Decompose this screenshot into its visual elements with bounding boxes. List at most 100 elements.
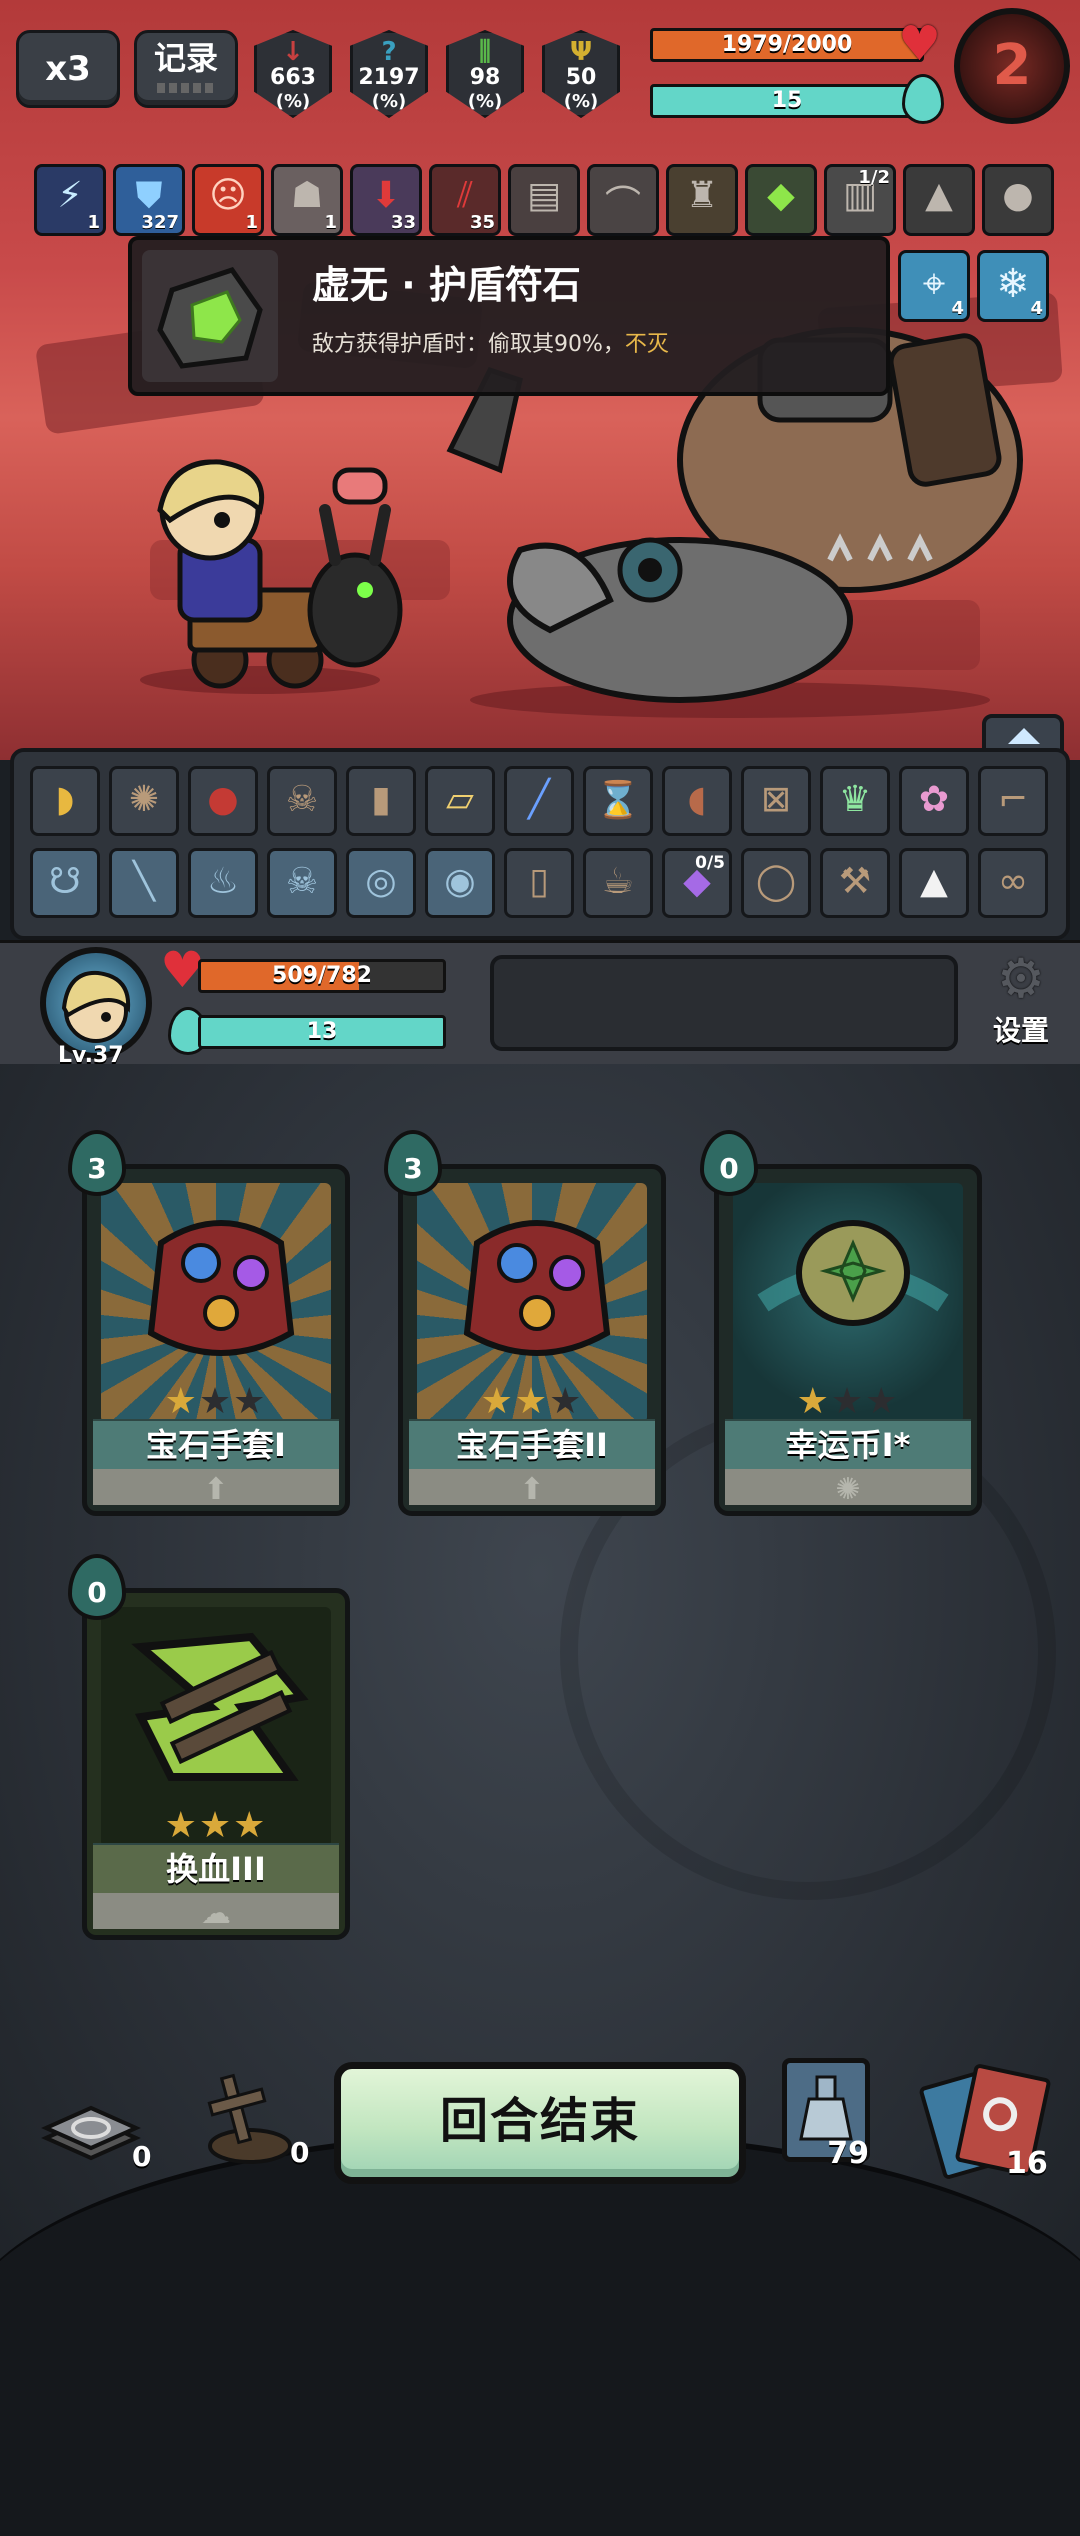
enemy-buff-slot[interactable]: ▲ [903,164,975,236]
enemy-buff-slot[interactable]: ⛊ 327 [113,164,185,236]
side-buff-slot[interactable]: ⌖ 4 [898,250,970,322]
boar-icon: ● [1002,175,1034,216]
book-icon: ▤ [526,175,561,216]
relic-slot[interactable]: ◖ [662,766,732,836]
trident-icon: Ψ [569,37,593,67]
enemy-buff-slot[interactable]: ☗ 1 [271,164,343,236]
enemy-hp-text: 1979/2000 [721,32,853,57]
potion-button[interactable]: 79 [782,2058,870,2171]
enemy-buff-slot[interactable]: ◆ [745,164,817,236]
player-hp-text: 509/782 [272,963,372,988]
relic-slot[interactable]: ☠ [267,848,337,918]
star-icon: ★ [865,1381,900,1422]
enemy-buff-slot[interactable]: ⫽ 35 [429,164,501,236]
enemy-buff-slot[interactable]: ⬇ 33 [350,164,422,236]
enemy-mana-text: 15 [771,88,803,113]
enemy-portrait[interactable]: 2 [954,8,1070,124]
enemy-buff-slot[interactable]: ☹ 1 [192,164,264,236]
hammer-icon: ⚒ [838,861,872,902]
deck-button[interactable]: 16 [918,2060,1060,2181]
relic-slot[interactable]: ♨ [188,848,258,918]
end-turn-button[interactable]: 回合结束 [334,2062,746,2184]
relic-slot[interactable]: ▱ [425,766,495,836]
card-footer: ⬆ [409,1469,655,1507]
relic-slot[interactable]: ╱ [504,766,574,836]
enemy-stat-pillar: ⫼ 98 (%) [446,30,524,118]
relic-slot[interactable]: ✿ [899,766,969,836]
rice-ball-icon: ▲ [920,861,948,902]
enemy-buff-slot[interactable]: ⚡ 1 [34,164,106,236]
star-icon: ★ [164,1381,199,1422]
player-face-icon [61,970,131,1043]
relic-slot[interactable]: ◯ [741,848,811,918]
relic-slot[interactable]: ● [188,766,258,836]
tooltip-keyword: 不灭 [624,332,669,357]
skill-card[interactable]: ★★★ 宝石手套II ⬆ [398,1164,666,1516]
enemy-stat-value: 98 [469,65,501,90]
enemy-buff-slot[interactable]: ⌒ [587,164,659,236]
grave-icon [207,2073,292,2164]
enemy-buff-slot[interactable]: ▤ [508,164,580,236]
gem-gauntlet-icon [463,1220,611,1356]
enemy-stat-question: ? 2197 (%) [350,30,428,118]
relic-slot[interactable]: ◉ [425,848,495,918]
star-icon: ★ [198,1381,234,1422]
relic-slot[interactable]: ◆ 0/5 [662,848,732,918]
enemy-buff-slot[interactable]: ▥ 1/2 [824,164,896,236]
hero-character [140,459,403,694]
relic-slot[interactable]: ☠ [267,766,337,836]
relic-slot[interactable]: ⊠ [741,766,811,836]
enemy-stat-value: 663 [270,65,316,90]
speed-button[interactable]: x3 [16,30,120,108]
enemy-buff-slot[interactable]: ♜ [666,164,738,236]
player-mana-text: 13 [306,1019,338,1044]
card-name: 宝石手套I [93,1419,339,1471]
enemy-buff-count: 1 [245,212,258,233]
relic-slot[interactable]: ◗ [30,766,100,836]
card-footer: ☁ [93,1893,339,1931]
grave-count: 0 [290,2136,310,2169]
enemy-mana-bar: 15 [650,84,924,118]
relic-slot[interactable]: ╲ [109,848,179,918]
relic-slot[interactable]: ⚒ [820,848,890,918]
side-buff-slot[interactable]: ❄ 4 [977,250,1049,322]
relic-slot[interactable]: ⌛ [583,766,653,836]
record-button[interactable]: 记录 [134,30,238,108]
draw-pile-button[interactable]: 0 [36,2090,166,2180]
skull-outline-icon: ☠ [285,861,319,902]
enemy-stat-unit: (%) [275,91,311,112]
lucky-coin-icon [757,1220,949,1326]
enemy-buff-count: 35 [469,212,495,233]
star-icon: ★ [830,1381,866,1422]
relic-slot[interactable]: ▲ [899,848,969,918]
settings-button[interactable]: ⚙ 设置 [976,949,1066,1059]
relic-slot[interactable]: ☕ [583,848,653,918]
enemy-buff-slot[interactable]: ● [982,164,1054,236]
skill-card[interactable]: ★★★ 换血III ☁ [82,1588,350,1940]
skill-card[interactable]: ★★★ 宝石手套I ⬆ [82,1164,350,1516]
armor-icon: ♜ [685,175,719,216]
relic-slot[interactable]: ♛ [820,766,890,836]
grave-button[interactable]: 0 [190,2066,320,2176]
enemy-buff-count: 1 [324,212,337,233]
drum-outline-icon: ◉ [444,861,476,902]
battle-scene: x3 记录 ↓ 663 (%)? 2197 (%) ⫼ 98 (%) Ψ 50 (%) 1979/2… [0,0,1080,760]
arrow-up-icon: ⬆ [519,1472,545,1507]
skill-card[interactable]: ★★★ 幸运币I* ✺ [714,1164,982,1516]
card-stars: ★★★ [87,1381,345,1422]
mana-flame-icon [902,74,944,124]
relic-slot[interactable]: ☋ [30,848,100,918]
side-buff-count: 4 [1030,298,1043,319]
sparkle-icon: ✺ [835,1472,861,1507]
relic-slot[interactable]: ⌐ [978,766,1048,836]
relic-slot[interactable]: ▯ [504,848,574,918]
rabbit-outline-icon: ☋ [49,861,81,902]
draw-pile-count: 0 [132,2140,152,2173]
relic-slot[interactable]: ∞ [978,848,1048,918]
relic-slot[interactable]: ▮ [346,766,416,836]
relic-slot[interactable]: ◎ [346,848,416,918]
spiked-helmet-icon: ▲ [925,175,953,216]
needle-outline-icon: ╲ [133,861,155,902]
enemy-stat-value: 50 [565,65,597,90]
relic-slot[interactable]: ✺ [109,766,179,836]
